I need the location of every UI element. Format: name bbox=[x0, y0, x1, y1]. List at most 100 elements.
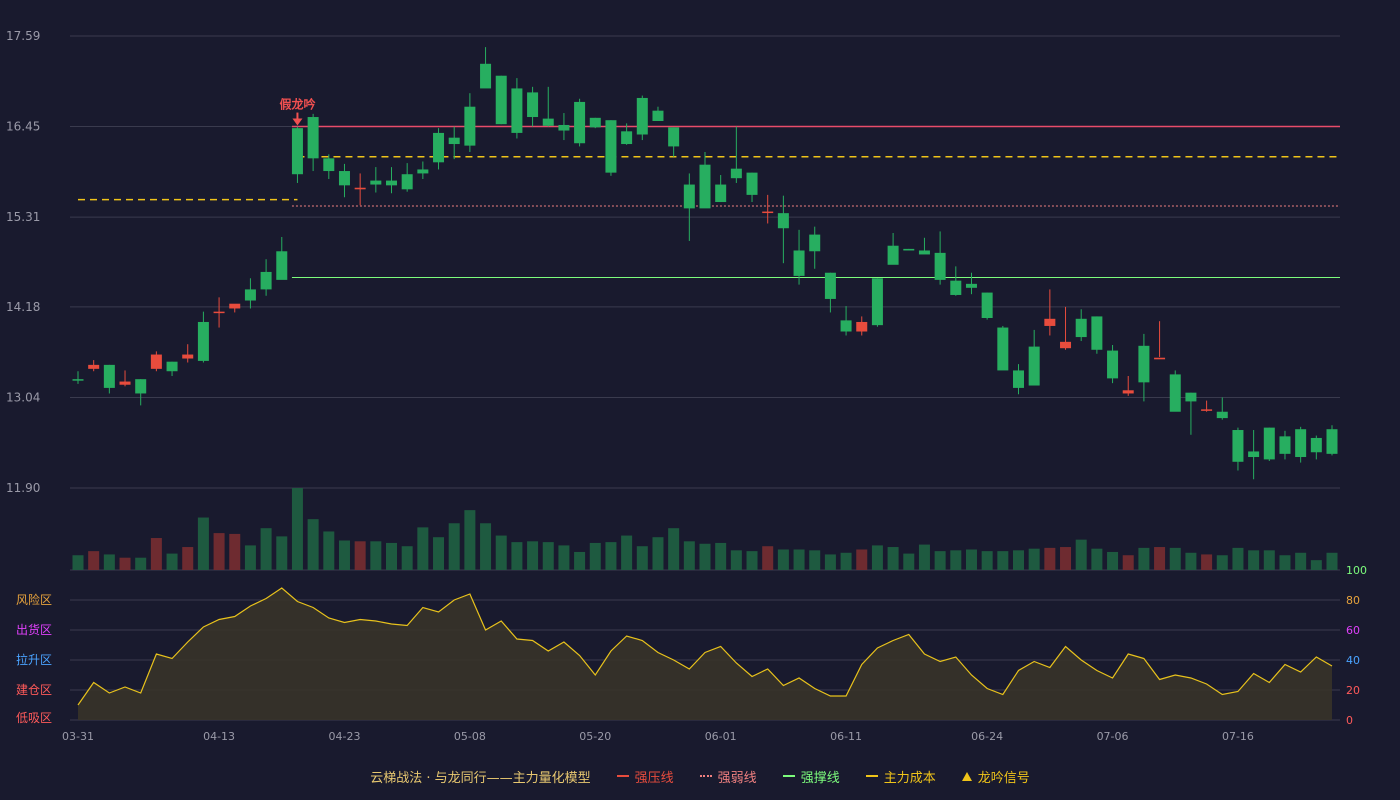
indicator-tick-label: 40 bbox=[1346, 654, 1360, 667]
volume-bar bbox=[527, 541, 539, 570]
candle-body bbox=[574, 101, 586, 144]
volume-bar bbox=[668, 528, 680, 570]
candle-body bbox=[213, 311, 225, 314]
legend-title: 云梯战法 · 与龙同行——主力量化模型 bbox=[370, 770, 591, 786]
candle-body bbox=[1216, 411, 1228, 419]
candle-body bbox=[291, 128, 303, 175]
candle-body bbox=[918, 250, 930, 255]
candle-body bbox=[652, 110, 664, 121]
volume-bar bbox=[1279, 555, 1291, 570]
candle-body bbox=[934, 252, 946, 280]
candle-body bbox=[668, 127, 680, 147]
volume-bar bbox=[260, 528, 272, 570]
volume-bar bbox=[276, 536, 288, 570]
candle-body bbox=[1060, 341, 1072, 349]
candle-body bbox=[636, 97, 648, 135]
candle-body bbox=[793, 250, 805, 276]
legend-label: 强撑线 bbox=[800, 770, 840, 786]
volume-bar bbox=[166, 553, 178, 570]
candle-body bbox=[1232, 430, 1244, 462]
volume-bar bbox=[652, 537, 664, 570]
candle-body bbox=[511, 88, 523, 133]
indicator-area bbox=[78, 588, 1332, 720]
volume-bar bbox=[699, 543, 711, 570]
volume-bar bbox=[244, 545, 256, 570]
legend-item: 强撑线 bbox=[782, 767, 840, 786]
volume-bar bbox=[965, 549, 977, 570]
volume-bar bbox=[1310, 560, 1322, 570]
volume-bar bbox=[793, 549, 805, 570]
legend-item: 主力成本 bbox=[865, 767, 936, 786]
candle-body bbox=[1169, 374, 1181, 412]
zone-label: 出货区 bbox=[16, 622, 52, 637]
candle-body bbox=[386, 180, 397, 186]
date-tick-label: 05-20 bbox=[579, 730, 611, 743]
candle-body bbox=[166, 361, 178, 372]
candle-body bbox=[338, 171, 350, 186]
candle-body bbox=[354, 187, 366, 190]
date-tick-label: 06-24 bbox=[971, 730, 1003, 743]
date-tick-label: 05-08 bbox=[454, 730, 486, 743]
volume-bar bbox=[558, 545, 570, 570]
volume-bar bbox=[715, 542, 727, 570]
indicator-tick-label: 0 bbox=[1346, 714, 1353, 727]
candle-body bbox=[1044, 318, 1056, 326]
legend-item: 强压线 bbox=[616, 767, 674, 786]
candle-body bbox=[699, 164, 711, 209]
volume-bar bbox=[1013, 550, 1024, 570]
candle-body bbox=[135, 379, 147, 394]
volume-bar bbox=[511, 542, 523, 570]
volume-bar bbox=[182, 547, 194, 570]
volume-bar bbox=[871, 545, 883, 570]
candle-body bbox=[871, 278, 883, 326]
volume-bar bbox=[88, 551, 100, 570]
candle-body bbox=[370, 180, 382, 185]
candle-body bbox=[856, 321, 868, 332]
volume-bar bbox=[197, 517, 209, 570]
candle-body bbox=[746, 172, 758, 195]
volume-bar bbox=[307, 519, 319, 570]
candle-body bbox=[88, 364, 100, 369]
candle-body bbox=[1013, 370, 1024, 388]
date-tick-label: 07-16 bbox=[1222, 730, 1254, 743]
volume-bar bbox=[730, 550, 742, 570]
candle-body bbox=[840, 320, 852, 332]
date-tick-label: 04-13 bbox=[203, 730, 235, 743]
volume-bar bbox=[887, 547, 899, 570]
candle-body bbox=[480, 63, 492, 89]
zone-label: 风险区 bbox=[16, 592, 52, 607]
price-tick-label: 14.18 bbox=[6, 300, 40, 314]
candle-body bbox=[965, 283, 977, 288]
volume-bar bbox=[777, 549, 789, 570]
volume-bar bbox=[981, 551, 993, 570]
candle-body bbox=[1263, 427, 1275, 460]
candle-body bbox=[605, 120, 617, 173]
candle-body bbox=[417, 169, 429, 174]
legend-item: 强弱线 bbox=[699, 767, 757, 786]
candle-body bbox=[448, 137, 460, 145]
candle-body bbox=[197, 321, 209, 361]
legend-label: 强压线 bbox=[634, 770, 674, 786]
volume-bar bbox=[386, 542, 397, 570]
candle-body bbox=[1122, 390, 1134, 394]
volume-bar bbox=[1185, 552, 1197, 570]
candle-body bbox=[433, 132, 445, 163]
volume-bar bbox=[1091, 548, 1103, 570]
volume-bar bbox=[291, 488, 303, 570]
candle-body bbox=[495, 75, 507, 125]
volume-bar bbox=[1107, 551, 1119, 570]
legend-label: 强弱线 bbox=[717, 770, 757, 786]
date-tick-label: 07-06 bbox=[1097, 730, 1129, 743]
volume-bar bbox=[464, 510, 476, 570]
volume-bar bbox=[856, 549, 868, 570]
volume-bar bbox=[448, 523, 460, 570]
volume-bar bbox=[950, 550, 962, 570]
legend-label: 主力成本 bbox=[883, 770, 936, 786]
legend-swatch-icon bbox=[782, 775, 795, 777]
volume-bar bbox=[135, 557, 147, 570]
candle-body bbox=[260, 271, 272, 290]
volume-bar bbox=[1201, 554, 1213, 570]
volume-bar bbox=[997, 551, 1009, 570]
date-tick-label: 06-11 bbox=[830, 730, 862, 743]
zone-label: 建仓区 bbox=[16, 683, 52, 697]
